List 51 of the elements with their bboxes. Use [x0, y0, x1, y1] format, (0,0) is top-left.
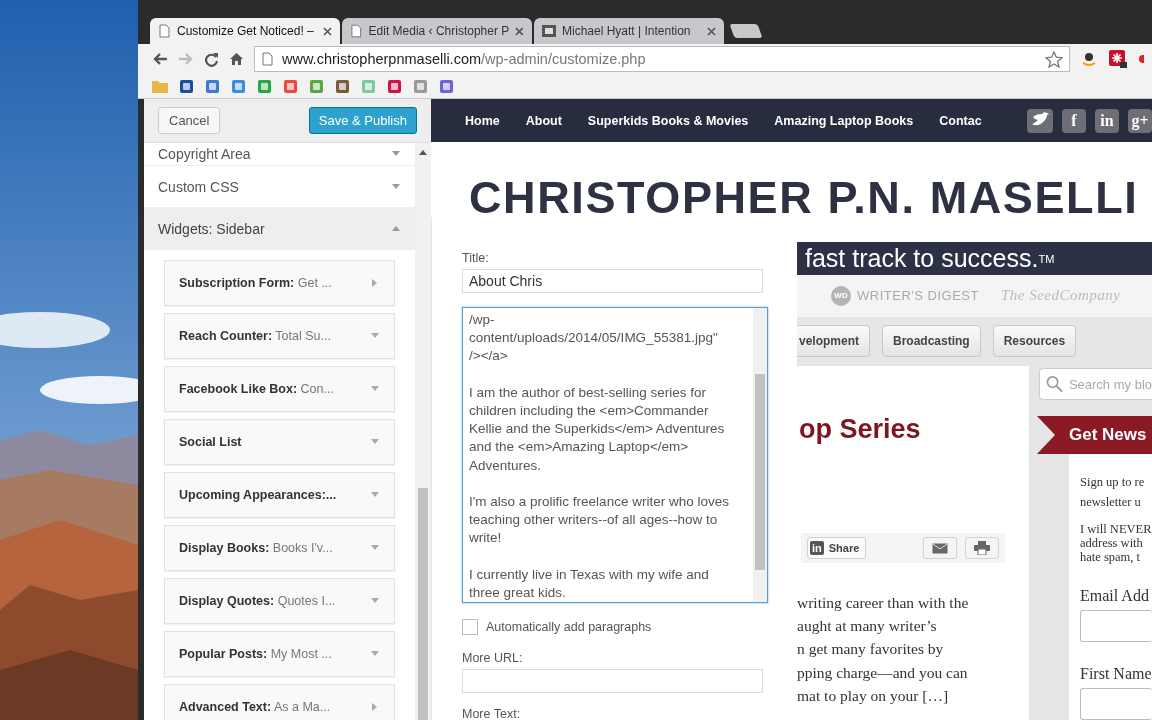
excerpt-line: writing career than with the: [797, 593, 970, 613]
widget-item[interactable]: Display Quotes: Quotes I...: [164, 578, 395, 624]
excerpt-line: n get many favorites by: [797, 639, 945, 660]
widget-item[interactable]: Upcoming Appearances:...: [164, 472, 395, 518]
widget-item[interactable]: Display Books: Books I'v...: [164, 525, 395, 571]
title-field[interactable]: About Chris: [462, 269, 763, 293]
newsletter-text: address with: [1080, 536, 1144, 550]
newsletter-text: newsletter u: [1080, 494, 1142, 511]
nav-link[interactable]: Superkids Books & Movies: [587, 113, 749, 128]
newsletter-text: Sign up to re: [1080, 474, 1146, 491]
partner-logo: The SeedCompany: [1000, 287, 1121, 305]
category-button[interactable]: Broadcasting: [882, 325, 981, 358]
field-label: Title:: [462, 251, 490, 265]
nav-link[interactable]: Home: [465, 113, 500, 128]
nav-link[interactable]: Amazing Laptop Books: [774, 113, 914, 128]
category-button[interactable]: velopment: [797, 325, 870, 358]
field-label: More URL:: [462, 651, 524, 665]
widget-item[interactable]: Subscription Form: Get ...: [164, 260, 395, 306]
tagline-banner: fast track to success.$^{TM}$: [797, 242, 1152, 275]
field-label: Email Add: [1080, 586, 1150, 606]
address-bar[interactable]: www.christopherpnmaselli.com/wp-admin/customize.php: [254, 46, 1070, 72]
browser-tab[interactable]: Edit Media ‹ Christopher P: [342, 18, 532, 44]
cancel-button[interactable]: Cancel: [158, 107, 221, 134]
excerpt-line: aught at many writer’s: [797, 616, 938, 637]
newsletter-text: I will NEVER: [1080, 522, 1152, 536]
site-title: CHRISTOPHER P.N. MASELLI: [469, 171, 1139, 224]
logo-badge: WD: [831, 285, 851, 306]
social-icon[interactable]: f: [1062, 108, 1086, 133]
excerpt-line: mat to play on your […]: [797, 685, 950, 706]
nav-link[interactable]: About: [525, 113, 562, 128]
field-label: First Name: [1080, 664, 1152, 684]
widget-item[interactable]: Advanced Text: As a Ma...: [164, 684, 395, 720]
widget-item[interactable]: Reach Counter: Total Su...: [164, 313, 395, 359]
partner-logo: WRITER'S DIGEST: [857, 288, 979, 304]
category-button[interactable]: Resources: [992, 325, 1077, 358]
social-icon[interactable]: g+: [1128, 108, 1152, 133]
nav-link[interactable]: Contac: [939, 113, 982, 128]
field-label: More Text:: [462, 707, 522, 720]
widget-item[interactable]: Facebook Like Box: Con...: [164, 366, 395, 412]
social-icon[interactable]: in: [1095, 108, 1119, 133]
share-button[interactable]: in Share: [807, 537, 867, 559]
excerpt-line: pping charge—and you can: [797, 662, 969, 683]
browser-tab[interactable]: Michael Hyatt | Intention: [534, 18, 724, 44]
post-title[interactable]: op Series: [797, 414, 1029, 445]
newsletter-banner: Get News: [1037, 416, 1152, 454]
widget-item[interactable]: Popular Posts: My Most ...: [164, 631, 395, 677]
browser-tab[interactable]: Customize Get Noticed! –: [150, 18, 340, 44]
checkbox-label: Automatically add paragraphs: [486, 620, 652, 634]
widget-item[interactable]: Social List: [164, 419, 395, 465]
customizer-section[interactable]: Widgets: Sidebar: [144, 208, 415, 250]
newsletter-text: hate spam, t: [1080, 550, 1142, 564]
